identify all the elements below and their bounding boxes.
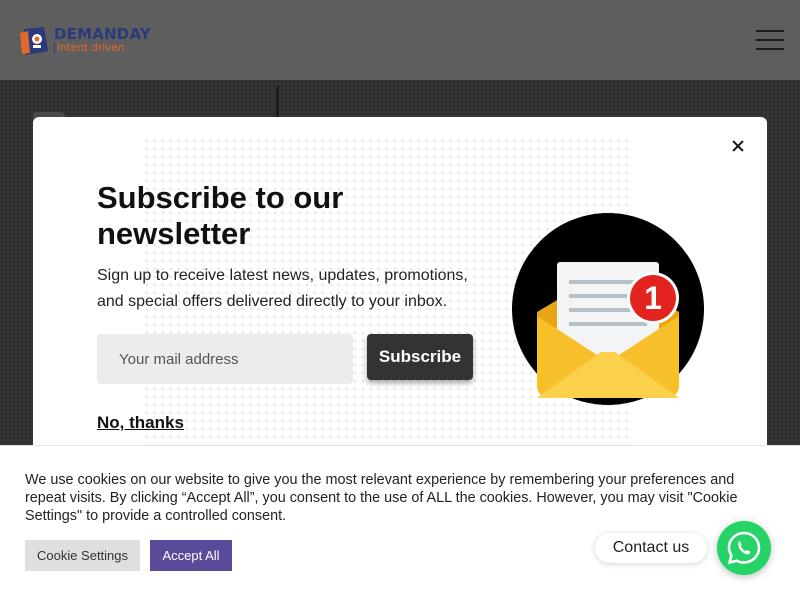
logo-tagline: intent driven [54,43,151,54]
cookie-notice-text: We use cookies on our website to give yo… [25,472,738,524]
whatsapp-button[interactable] [717,521,771,575]
newsletter-title: Subscribe to our newsletter [97,180,344,251]
close-icon[interactable] [728,137,748,157]
accept-all-button[interactable]: Accept All [150,540,232,571]
newsletter-description: Sign up to receive latest news, updates,… [97,267,468,310]
mail-notification-icon: 1 [512,213,704,405]
logo-text: DEMANDAY intent driven [54,24,151,54]
logo-name: DEMANDAY [54,24,151,43]
logo[interactable]: DEMANDAY intent driven [18,22,158,58]
notification-badge-count: 1 [644,280,662,316]
subscribe-button[interactable]: Subscribe [367,334,473,380]
cookie-consent-bar: We use cookies on our website to give yo… [0,445,800,600]
email-field[interactable] [97,334,353,384]
cookie-settings-button[interactable]: Cookie Settings [25,540,140,571]
newsletter-modal: Subscribe to our newsletter Sign up to r… [33,117,767,457]
whatsapp-icon [727,531,761,565]
contact-us-label[interactable]: Contact us [595,533,707,563]
no-thanks-link[interactable]: No, thanks [97,413,184,433]
hamburger-menu-icon[interactable] [756,30,784,50]
site-header: DEMANDAY intent driven [0,0,800,80]
logo-icon [20,27,48,55]
